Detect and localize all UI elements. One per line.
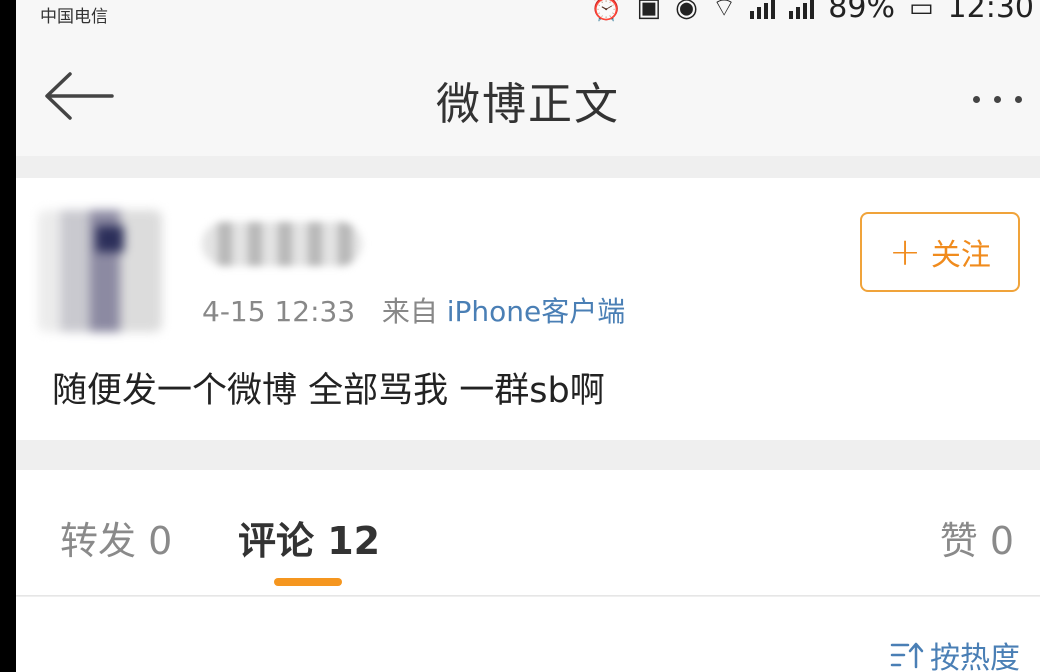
more-dot-icon [993,95,1001,103]
username-blurred[interactable] [202,222,362,266]
post-card: 4-15 12:33 来自 iPhone客户端 + 关注 随便发一个微博 全部骂… [16,178,1040,440]
status-bar: 中国电信 ⏰ ▣ ◉ ⌔ 89% ▭ 12:30 [16,0,1040,34]
wifi-icon: ⌔ [711,0,737,23]
post-source-prefix: 来自 [381,295,438,328]
eye-icon: ◉ [675,0,698,23]
post-meta: 4-15 12:33 来自 iPhone客户端 [202,290,625,330]
more-dot-icon [972,95,980,103]
nav-bar: 微博正文 [16,34,1040,156]
battery-percent: 89% [828,0,895,25]
interaction-tabs: 转发 0 评论 12 赞 0 [16,470,1040,596]
more-dot-icon [1014,95,1022,103]
plus-icon: + [889,230,921,274]
page-title: 微博正文 [436,79,620,130]
clock: 12:30 [947,0,1034,25]
weibo-detail-screen: 中国电信 ⏰ ▣ ◉ ⌔ 89% ▭ 12:30 微博正文 4-15 12:33… [16,0,1040,672]
post-source-link[interactable]: iPhone客户端 [447,295,626,328]
status-icons: ⏰ ▣ ◉ ⌔ 89% ▭ 12:30 [590,0,1034,25]
more-button[interactable] [962,84,1032,114]
sort-button[interactable]: 按热度 [890,633,1020,672]
active-tab-indicator [274,578,342,586]
follow-button[interactable]: + 关注 [860,212,1020,292]
tab-likes[interactable]: 赞 0 [940,510,1014,565]
tab-comments[interactable]: 评论 12 [238,510,380,565]
avatar[interactable] [38,210,162,332]
signal-1-icon [750,0,776,19]
tab-reposts[interactable]: 转发 0 [60,510,172,565]
signal-2-icon [789,0,815,19]
alarm-icon: ⏰ [590,0,623,23]
follow-label: 关注 [930,238,991,273]
post-text: 随便发一个微博 全部骂我 一群sb啊 [52,371,605,411]
sort-row: 按热度 [16,597,1040,672]
post-date: 4-15 12:33 [202,295,356,328]
sort-icon [890,642,924,669]
battery-icon: ▭ [908,0,934,23]
image-icon: ▣ [636,0,662,23]
carrier-name: 中国电信 [40,7,108,27]
sort-label: 按热度 [930,641,1020,672]
